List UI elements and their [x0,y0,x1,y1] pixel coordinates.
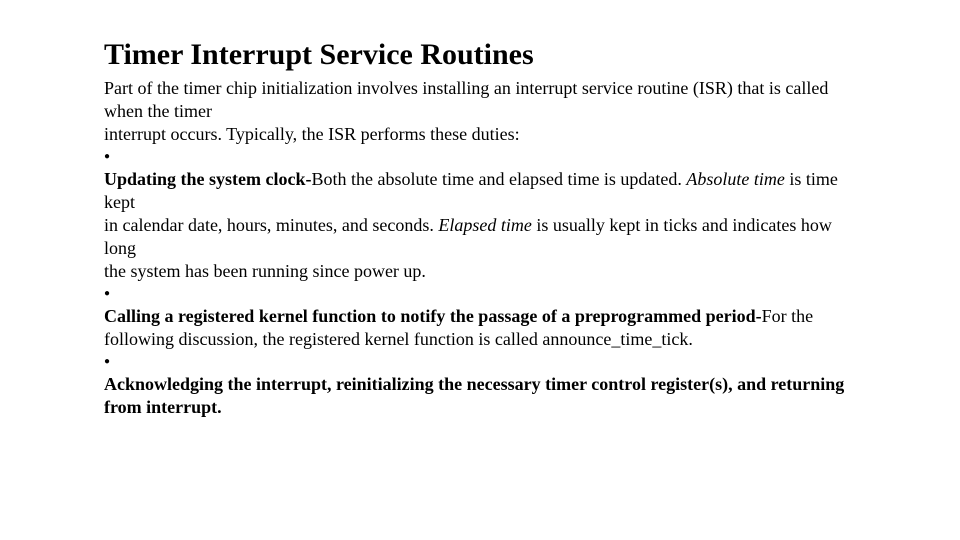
item-3-line-2: from interrupt. [104,396,860,419]
item-1-italic-2: Elapsed time [438,215,531,235]
item-1-line-2: in calendar date, hours, minutes, and se… [104,214,860,260]
item-1-line-3: the system has been running since power … [104,260,860,283]
bullet-2: ● [104,283,860,305]
item-2-lead: Calling a registered kernel function to … [104,306,762,326]
bullet-3: ● [104,351,860,373]
intro-line-2: interrupt occurs. Typically, the ISR per… [104,123,860,146]
item-1-lead: Updating the system clock- [104,169,312,189]
body-content: Part of the timer chip initialization in… [104,77,860,419]
item-1-line-2a: in calendar date, hours, minutes, and se… [104,215,438,235]
item-1-line-1: Updating the system clock-Both the absol… [104,168,860,214]
bullet-1: ● [104,146,860,168]
item-3-line-1: Acknowledging the interrupt, reinitializ… [104,373,860,396]
intro-line-1: Part of the timer chip initialization in… [104,77,860,123]
item-2: Calling a registered kernel function to … [104,305,860,351]
item-1-italic-1: Absolute time [686,169,784,189]
item-1-text-1: Both the absolute time and elapsed time … [312,169,687,189]
page-title: Timer Interrupt Service Routines [104,38,860,73]
